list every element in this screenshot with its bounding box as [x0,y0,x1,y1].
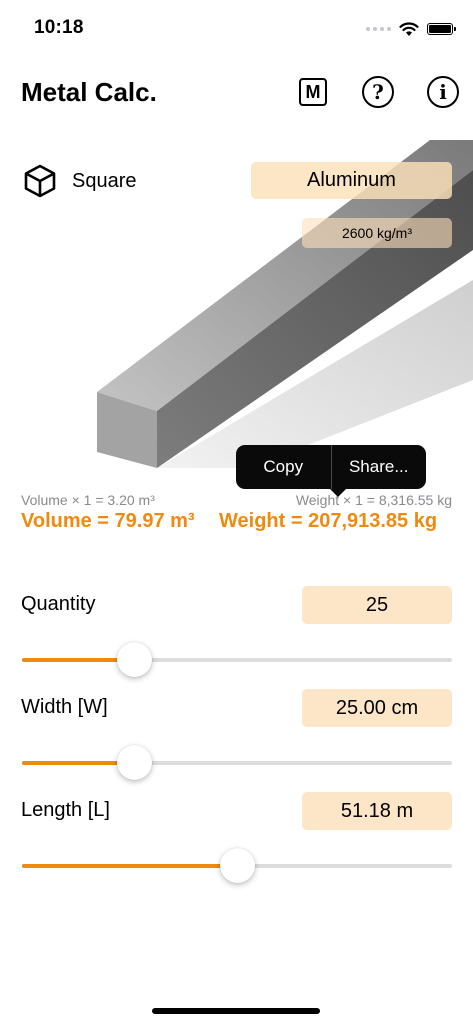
slider-thumb[interactable] [116,745,152,780]
copy-menu-item[interactable]: Copy [236,445,331,489]
battery-icon [427,23,456,35]
quantity-label: Quantity [21,593,96,615]
shape-selector[interactable]: Square [22,163,137,199]
home-indicator [152,1008,320,1014]
weight-total-text[interactable]: Weight = 207,913.85 kg [219,510,437,533]
signal-icon [366,27,391,31]
slider-thumb[interactable] [220,848,255,883]
cube-icon [24,164,56,198]
width-slider[interactable] [22,743,452,783]
status-indicators [366,17,456,41]
width-label: Width [W] [21,696,108,718]
length-label: Length [L] [21,799,110,821]
quantity-slider[interactable] [22,640,452,680]
width-value-field[interactable]: 25.00 cm [302,689,452,727]
length-value-field[interactable]: 51.18 m [302,792,452,830]
metric-toggle-button[interactable]: M [296,75,330,109]
density-button[interactable]: 2600 kg/m³ [302,218,452,248]
quantity-value-field[interactable]: 25 [302,586,452,624]
app-title: Metal Calc. [21,77,157,107]
length-slider[interactable] [22,846,452,886]
info-button[interactable]: i [426,75,460,109]
info-icon: i [427,76,459,108]
wifi-icon [399,21,419,36]
shape-label: Square [72,169,137,192]
help-button[interactable]: ? [361,75,395,109]
material-button[interactable]: Aluminum [251,162,452,199]
weight-single-text: Weight × 1 = 8,316.55 kg [295,492,452,508]
volume-total-text[interactable]: Volume = 79.97 m³ [21,510,195,533]
volume-single-text: Volume × 1 = 3.20 m³ [21,492,155,508]
menu-arrow [330,489,346,497]
slider-fill [22,864,237,868]
share-menu-item[interactable]: Share... [332,445,427,489]
question-icon: ? [362,76,394,108]
m-icon: M [299,78,327,106]
slider-thumb[interactable] [116,642,152,677]
status-time: 10:18 [34,17,84,38]
context-menu: Copy Share... [236,445,427,497]
